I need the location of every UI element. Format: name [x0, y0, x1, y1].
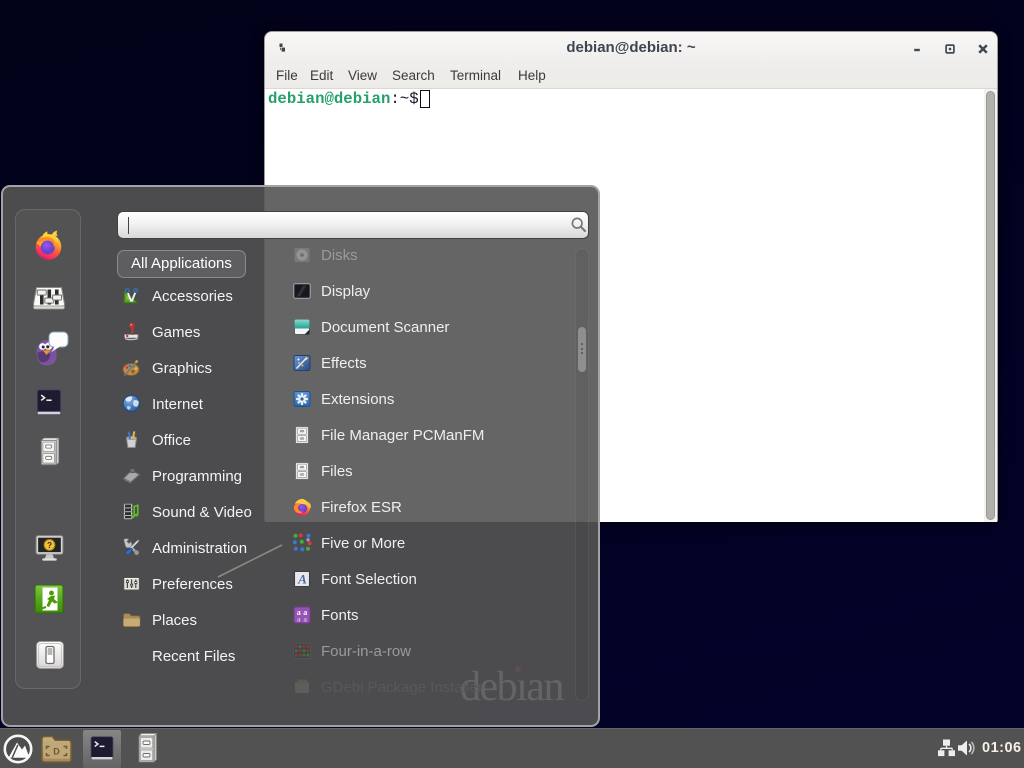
svg-text:a: a: [297, 615, 301, 623]
svg-text:?: ?: [47, 541, 52, 550]
svg-text:A: A: [297, 572, 307, 587]
svg-text:a: a: [303, 615, 307, 623]
svg-text:D: D: [53, 747, 60, 757]
